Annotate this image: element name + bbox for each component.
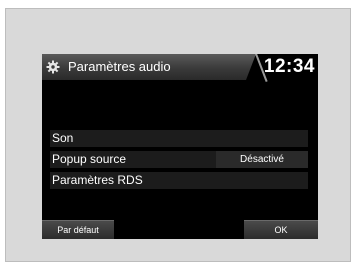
menu-item-rds-settings[interactable]: Paramètres RDS [50, 172, 308, 189]
ok-button[interactable]: OK [244, 220, 318, 239]
clock: 12:34 [263, 56, 315, 77]
menu-item-popup-source[interactable]: Popup source Désactivé [50, 151, 308, 168]
audio-settings-screen: Paramètres audio 12:34 Son Popup source … [42, 54, 318, 239]
menu-item-label: Son [52, 131, 74, 145]
title-bar: Paramètres audio 12:34 [42, 54, 318, 83]
default-button[interactable]: Par défaut [42, 220, 114, 239]
menu-item-label: Popup source [52, 152, 127, 166]
page-frame: Paramètres audio 12:34 Son Popup source … [5, 8, 351, 262]
gear-icon [46, 60, 60, 74]
menu-item-label: Paramètres RDS [52, 173, 143, 187]
menu-item-son[interactable]: Son [50, 130, 308, 147]
menu-item-value: Désactivé [216, 151, 308, 168]
page-title: Paramètres audio [68, 59, 171, 74]
